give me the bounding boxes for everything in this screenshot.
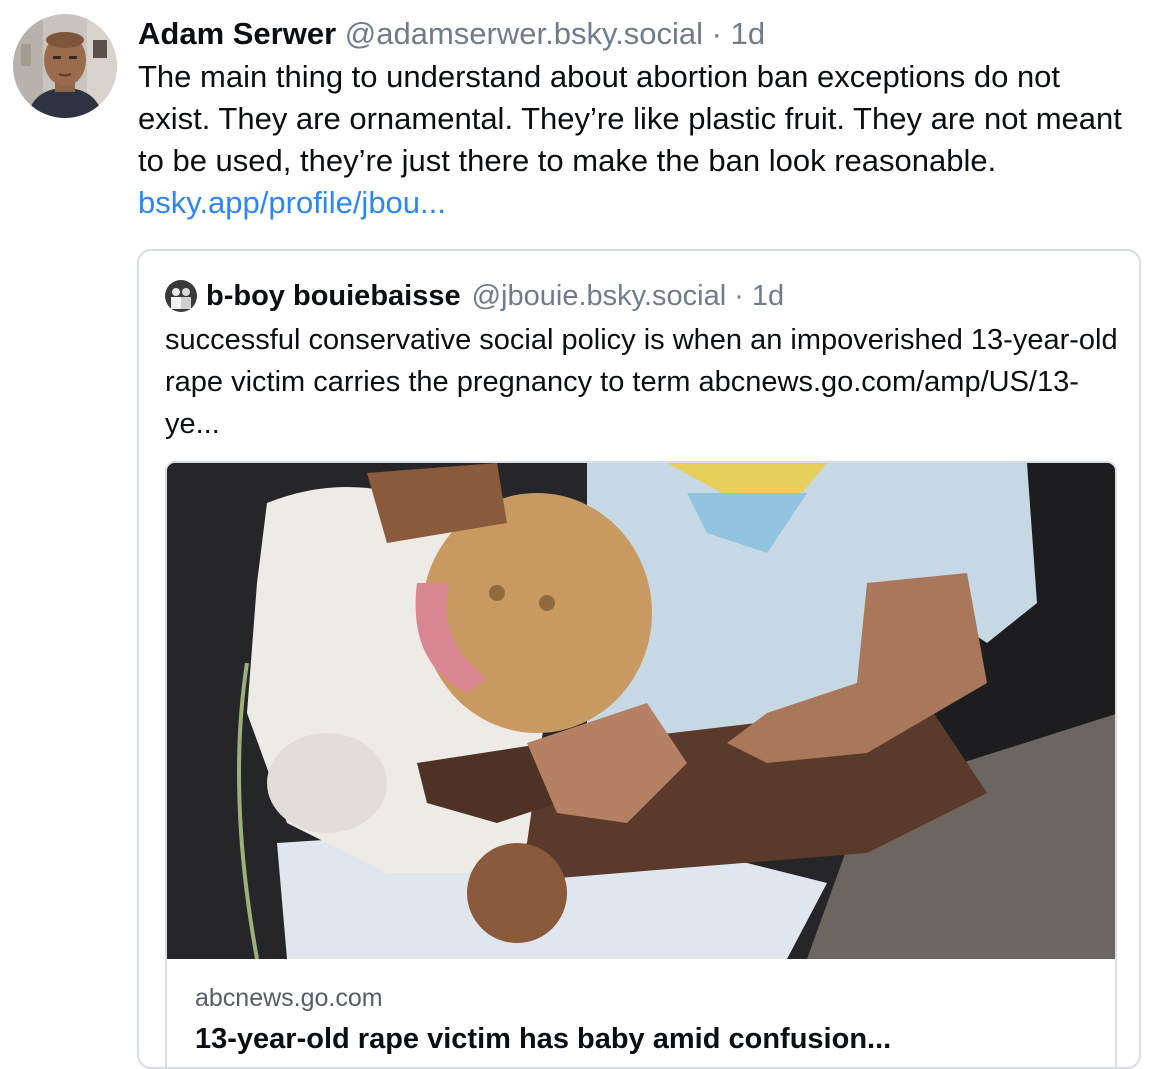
author-handle[interactable]: @adamserwer.bsky.social <box>345 16 703 51</box>
post: Adam Serwer @adamserwer.bsky.social · 1d… <box>0 0 1168 1069</box>
author-avatar[interactable] <box>13 14 117 118</box>
quoted-author-handle[interactable]: @jbouie.bsky.social <box>472 275 727 317</box>
post-timestamp[interactable]: 1d <box>731 16 765 51</box>
embed-photo <box>167 463 1115 960</box>
quoted-author-display-name[interactable]: b-boy bouiebaisse <box>206 275 461 317</box>
quoted-header-separator: · <box>734 280 744 312</box>
link-embed-card[interactable]: abcnews.go.com 13-year-old rape victim h… <box>165 461 1117 1067</box>
embed-thumbnail-image <box>167 463 1115 960</box>
embed-title: 13-year-old rape victim has baby amid co… <box>195 1023 892 1055</box>
header-separator: · <box>711 16 722 51</box>
post-link[interactable]: bsky.app/profile/jbou... <box>138 185 446 220</box>
post-header: Adam Serwer @adamserwer.bsky.social · 1d <box>138 12 1148 56</box>
quoted-author-avatar-image <box>165 280 197 312</box>
quoted-post-header: b-boy bouiebaisse @jbouie.bsky.social · … <box>165 275 784 317</box>
quoted-post-text: successful conservative social policy is… <box>165 324 1118 440</box>
embed-domain: abcnews.go.com <box>195 984 383 1012</box>
quoted-author-avatar[interactable] <box>165 280 197 312</box>
quoted-post[interactable]: b-boy bouiebaisse @jbouie.bsky.social · … <box>137 249 1141 1069</box>
quoted-post-timestamp[interactable]: 1d <box>752 275 784 317</box>
post-text: The main thing to understand about abort… <box>138 56 1138 224</box>
post-content: Adam Serwer @adamserwer.bsky.social · 1d… <box>138 12 1148 224</box>
author-avatar-image <box>13 14 117 118</box>
author-display-name[interactable]: Adam Serwer <box>138 16 336 51</box>
post-text-body: The main thing to understand about abort… <box>138 59 1122 178</box>
